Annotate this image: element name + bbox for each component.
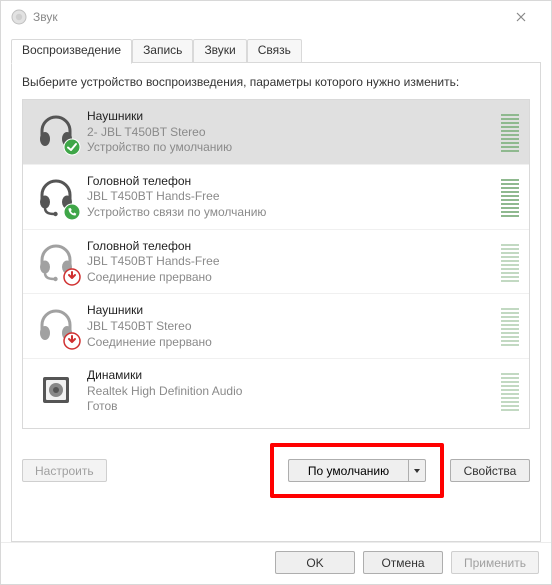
device-name: Головной телефон bbox=[87, 174, 497, 190]
intro-text: Выберите устройство воспроизведения, пар… bbox=[22, 75, 530, 89]
device-name: Головной телефон bbox=[87, 239, 497, 255]
device-item[interactable]: Наушники 2- JBL T450BT Stereo Устройство… bbox=[23, 100, 529, 165]
down-badge-icon bbox=[63, 268, 81, 286]
device-status: Соединение прервано bbox=[87, 270, 497, 286]
speaker-icon bbox=[33, 367, 79, 413]
tab-label: Связь bbox=[258, 43, 291, 57]
headset-icon bbox=[33, 238, 79, 284]
set-default-button[interactable]: По умолчанию bbox=[288, 459, 408, 482]
window-title: Звук bbox=[33, 10, 58, 24]
device-sub: 2- JBL T450BT Stereo bbox=[87, 125, 497, 141]
configure-button[interactable]: Настроить bbox=[22, 459, 107, 482]
ok-button[interactable]: OK bbox=[275, 551, 355, 574]
tab-sounds[interactable]: Звуки bbox=[193, 39, 246, 62]
tab-panel-playback: Выберите устройство воспроизведения, пар… bbox=[11, 63, 541, 542]
headset-icon bbox=[33, 173, 79, 219]
device-status: Устройство связи по умолчанию bbox=[87, 205, 497, 221]
headphones-icon bbox=[33, 108, 79, 154]
device-text: Головной телефон JBL T450BT Hands-Free У… bbox=[87, 173, 497, 221]
level-meter bbox=[501, 302, 519, 346]
apply-button[interactable]: Применить bbox=[451, 551, 539, 574]
down-badge-icon bbox=[63, 332, 81, 350]
check-badge-icon bbox=[63, 138, 81, 156]
dialog-button-row: OK Отмена Применить bbox=[1, 542, 551, 584]
device-status: Готов bbox=[87, 399, 497, 415]
properties-button[interactable]: Свойства bbox=[450, 459, 530, 482]
device-sub: Realtek High Definition Audio bbox=[87, 384, 497, 400]
device-name: Наушники bbox=[87, 303, 497, 319]
device-item[interactable]: Головной телефон JBL T450BT Hands-Free У… bbox=[23, 165, 529, 230]
level-meter bbox=[501, 238, 519, 282]
phone-badge-icon bbox=[63, 203, 81, 221]
close-icon bbox=[516, 12, 526, 22]
level-meter bbox=[501, 173, 519, 217]
close-button[interactable] bbox=[501, 3, 541, 31]
tab-label: Воспроизведение bbox=[22, 43, 121, 57]
tabstrip: Воспроизведение Запись Звуки Связь bbox=[11, 39, 541, 63]
chevron-down-icon bbox=[413, 467, 421, 475]
device-sub: JBL T450BT Hands-Free bbox=[87, 254, 497, 270]
tab-label: Звуки bbox=[204, 43, 235, 57]
device-text: Наушники 2- JBL T450BT Stereo Устройство… bbox=[87, 108, 497, 156]
device-text: Наушники JBL T450BT Stereo Соединение пр… bbox=[87, 302, 497, 350]
device-sub: JBL T450BT Hands-Free bbox=[87, 189, 497, 205]
sound-dialog: Звук Воспроизведение Запись Звуки Связь … bbox=[0, 0, 552, 585]
level-meter bbox=[501, 367, 519, 411]
tab-playback[interactable]: Воспроизведение bbox=[11, 39, 132, 64]
device-item[interactable]: Головной телефон JBL T450BT Hands-Free С… bbox=[23, 230, 529, 295]
device-list: Наушники 2- JBL T450BT Stereo Устройство… bbox=[22, 99, 530, 429]
device-item[interactable]: Наушники JBL T450BT Stereo Соединение пр… bbox=[23, 294, 529, 359]
device-item[interactable]: Динамики Realtek High Definition Audio Г… bbox=[23, 359, 529, 423]
device-text: Головной телефон JBL T450BT Hands-Free С… bbox=[87, 238, 497, 286]
highlight-box: По умолчанию bbox=[270, 443, 444, 498]
level-meter bbox=[501, 108, 519, 152]
device-text: Динамики Realtek High Definition Audio Г… bbox=[87, 367, 497, 415]
panel-button-row: Настроить По умолчанию Свойства bbox=[22, 443, 530, 498]
tab-communications[interactable]: Связь bbox=[247, 39, 302, 62]
tab-label: Запись bbox=[143, 43, 182, 57]
device-name: Динамики bbox=[87, 368, 497, 384]
cancel-button[interactable]: Отмена bbox=[363, 551, 443, 574]
set-default-split-button: По умолчанию bbox=[288, 459, 426, 482]
device-status: Соединение прервано bbox=[87, 335, 497, 351]
device-status: Устройство по умолчанию bbox=[87, 140, 497, 156]
headphones-icon bbox=[33, 302, 79, 348]
app-icon bbox=[11, 9, 27, 25]
titlebar: Звук bbox=[1, 1, 551, 33]
device-name: Наушники bbox=[87, 109, 497, 125]
tab-recording[interactable]: Запись bbox=[132, 39, 193, 62]
device-sub: JBL T450BT Stereo bbox=[87, 319, 497, 335]
set-default-dropdown[interactable] bbox=[408, 459, 426, 482]
